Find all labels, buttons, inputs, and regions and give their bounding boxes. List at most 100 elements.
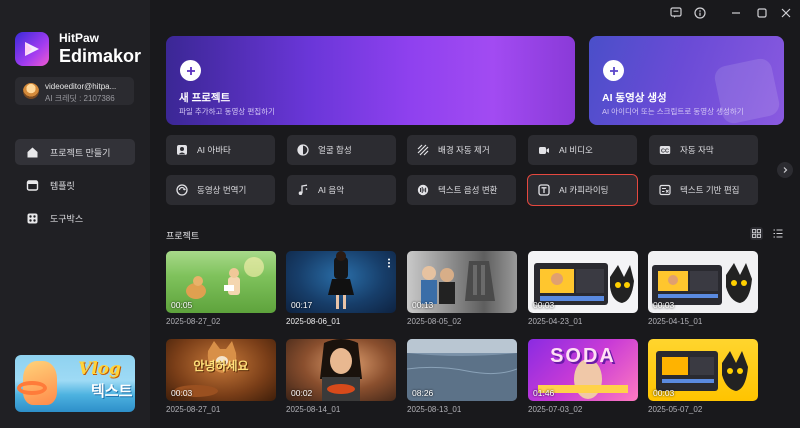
copywriting-icon [537,184,550,197]
project-duration: 00:13 [412,300,434,310]
ai-credit: AI 크레딧 : 2107386 [45,94,115,103]
account-panel[interactable]: videoeditor@hitpa... AI 크레딧 : 2107386 [15,77,134,105]
face-swap-icon [296,144,309,157]
project-duration: 00:05 [171,300,193,310]
sidebar-item-toolbox[interactable]: 도구박스 [15,205,135,231]
next-arrow-icon[interactable] [777,162,793,178]
translate-icon [175,184,188,197]
toolbox-icon [25,211,39,225]
project-duration: 00:03 [653,300,675,310]
feature-label: AI 비디오 [559,145,593,155]
feature-ai-video[interactable]: AI 비디오 [528,135,637,165]
avatar [23,83,39,99]
project-thumbnail[interactable]: 00:03 [528,251,638,313]
maximize-icon[interactable] [755,6,769,20]
app-window: HitPaw Edimakor videoeditor@hitpa... AI … [0,0,800,428]
sidebar-item-templates[interactable]: 템플릿 [15,172,135,198]
project-thumbnail[interactable]: 08:26 [407,339,517,401]
feature-label: 텍스트 음성 변환 [438,185,498,195]
feature-label: 배경 자동 제거 [438,145,490,155]
project-duration: 00:17 [291,300,313,310]
project-thumbnail[interactable]: 00:05 [166,251,276,313]
template-icon [25,178,39,192]
app-logo [15,32,49,66]
project-duration: 01:46 [533,388,555,398]
feature-label: AI 카피라이팅 [559,185,609,195]
project-duration: 08:26 [412,388,434,398]
feature-text-based-edit[interactable]: 텍스트 기반 편집 [649,175,758,205]
project-duration: 00:03 [533,300,555,310]
new-project-subtitle: 파일 추가하고 동영상 편집하기 [179,107,275,116]
feature-auto-caption[interactable]: CC 자동 자막 [649,135,758,165]
project-thumbnail[interactable]: 00:02 [286,339,396,401]
feature-label: AI 음악 [318,185,345,195]
feedback-icon[interactable] [669,6,683,20]
project-thumbnail[interactable]: 안녕하세요 00:03 [166,339,276,401]
text-edit-icon [658,184,671,197]
project-name: 2025-07-03_02 [528,405,583,414]
ai-video-title: AI 동영상 생성 [602,92,667,104]
sidebar-item-label: 도구박스 [50,213,84,224]
project-thumbnail[interactable]: 00:13 [407,251,517,313]
list-view-icon[interactable] [771,227,784,240]
project-thumbnail[interactable]: 00:17 [286,251,396,313]
project-name: 2025-08-27_02 [166,317,221,326]
feature-text-to-speech[interactable]: 텍스트 음성 변환 [407,175,516,205]
promo-subtitle: 텍스트 [91,383,133,400]
project-duration: 00:03 [171,388,193,398]
account-email: videoeditor@hitpa... [45,82,117,91]
project-name: 2025-05-07_02 [648,405,703,414]
feature-label: AI 아바타 [197,145,231,155]
swim-ring-image [17,381,47,395]
project-thumbnail[interactable]: SODA 01:46 [528,339,638,401]
project-thumbnail[interactable]: 00:03 [648,251,758,313]
project-name: 2025-08-27_01 [166,405,221,414]
plus-icon [180,60,201,81]
promo-title: Vlog [78,359,121,379]
new-project-title: 새 프로젝트 [179,92,231,104]
video-caption: 안녕하세요 [193,359,249,373]
minimize-icon[interactable] [729,6,743,20]
project-name: 2025-08-06_01 [286,317,341,326]
ai-video-subtitle: AI 아이디어 또는 스크립트로 동영상 생성하기 [602,107,744,116]
sidebar: HitPaw Edimakor videoeditor@hitpa... AI … [0,0,150,428]
project-name: 2025-08-14_01 [286,405,341,414]
projects-title: 프로젝트 [166,231,200,241]
project-duration: 00:03 [653,388,675,398]
feature-label: 동영상 번역기 [197,185,247,195]
feature-ai-music[interactable]: AI 음악 [287,175,396,205]
ai-video-icon [537,144,550,157]
video-caption: SODA [550,345,616,367]
ai-video-generation-card[interactable]: AI 동영상 생성 AI 아이디어 또는 스크립트로 동영상 생성하기 [589,36,784,125]
plus-icon [603,60,624,81]
vlog-promo-banner[interactable]: Vlog 텍스트 [15,355,135,412]
sidebar-item-label: 템플릿 [50,180,75,191]
feature-label: 얼굴 합성 [318,145,352,155]
close-icon[interactable] [779,6,793,20]
music-icon [296,184,309,197]
project-thumbnail[interactable]: 00:03 [648,339,758,401]
feature-label: 자동 자막 [680,145,714,155]
feature-video-translator[interactable]: 동영상 번역기 [166,175,275,205]
home-icon [25,145,39,159]
feature-ai-copywriting[interactable]: AI 카피라이팅 [527,174,638,206]
grid-view-icon[interactable] [750,227,763,240]
more-options-icon[interactable] [387,255,391,268]
svg-text:CC: CC [661,148,669,154]
avatar-icon [175,144,188,157]
feature-label: 텍스트 기반 편집 [680,185,740,195]
project-name: 2025-08-05_02 [407,317,462,326]
text-to-speech-icon [416,184,429,197]
info-icon[interactable] [693,6,707,20]
sidebar-item-create-project[interactable]: 프로젝트 만들기 [15,139,135,165]
feature-ai-avatar[interactable]: AI 아바타 [166,135,275,165]
new-project-card[interactable]: 새 프로젝트 파일 추가하고 동영상 편집하기 [166,36,575,125]
brand-company: HitPaw [59,31,100,45]
brand-name: Edimakor [59,46,142,66]
feature-background-remove[interactable]: 배경 자동 제거 [407,135,516,165]
feature-face-swap[interactable]: 얼굴 합성 [287,135,396,165]
caption-icon: CC [658,144,671,157]
project-duration: 00:02 [291,388,313,398]
project-name: 2025-04-15_01 [648,317,703,326]
sidebar-item-label: 프로젝트 만들기 [50,147,111,158]
